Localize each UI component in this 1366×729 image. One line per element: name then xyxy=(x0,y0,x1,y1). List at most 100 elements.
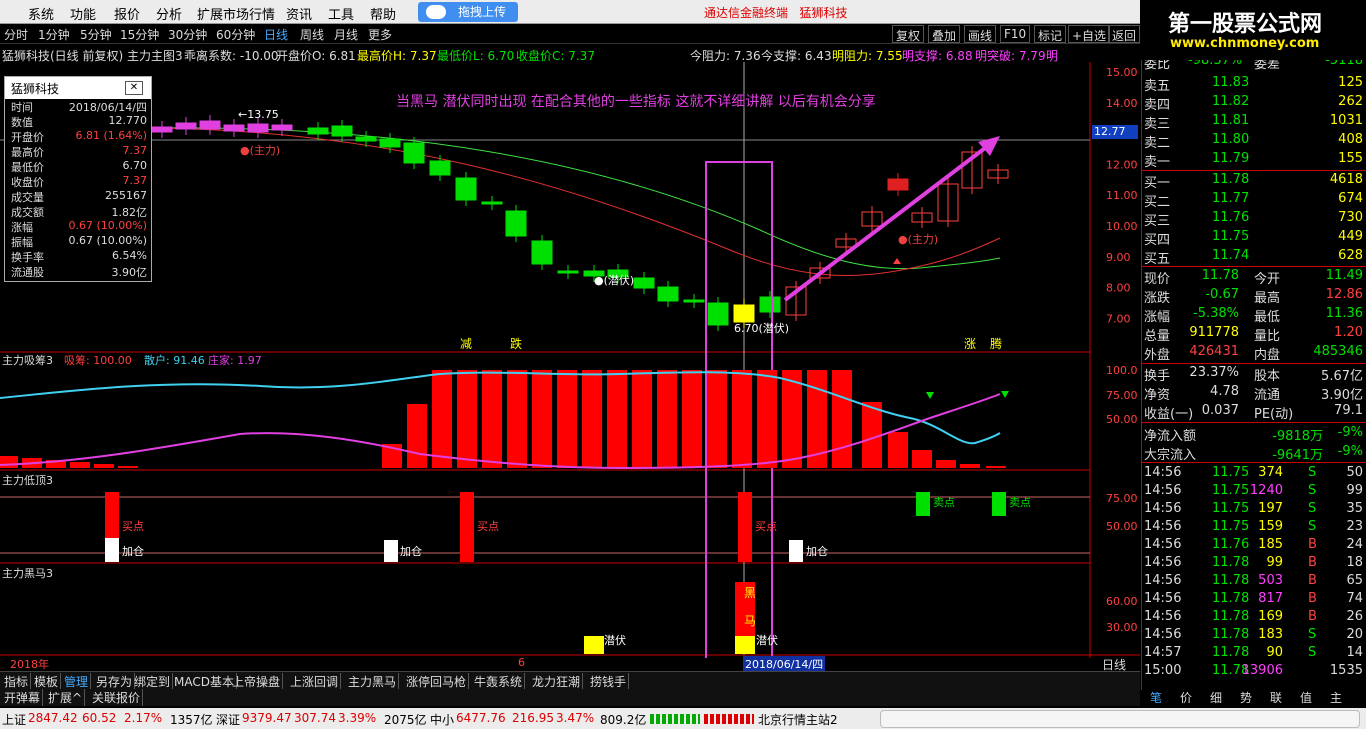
menu-tools[interactable]: 工具 xyxy=(328,4,354,23)
up-arrow-icon xyxy=(893,258,901,264)
fuquan-button[interactable]: 复权 xyxy=(892,25,925,43)
window-title: 通达信金融终端 猛狮科技 xyxy=(704,4,847,21)
quote-row: 卖三 11.81 1031 xyxy=(1142,112,1366,132)
indicator-tab[interactable]: 捞钱手 xyxy=(588,673,630,690)
indicator-tab[interactable]: 绑定到 xyxy=(132,673,174,690)
close-icon[interactable]: ✕ xyxy=(125,81,143,95)
tick-side: B xyxy=(1308,573,1317,588)
stat-label: 现价 xyxy=(1144,272,1171,287)
stat-value: 23.37% xyxy=(1189,365,1239,380)
quote-row: 14:56 11.78 817 B 74 xyxy=(1142,590,1366,609)
ind1-marker-icon xyxy=(1001,391,1009,398)
ind1-name: 主力吸筹3 xyxy=(2,354,53,367)
notification-bar[interactable] xyxy=(880,710,1360,728)
data-window-key: 流通股 xyxy=(11,266,44,279)
mark-button[interactable]: 标记 xyxy=(1034,25,1067,43)
quote-tab[interactable]: 价 xyxy=(1180,689,1192,706)
period-tab[interactable]: 15分钟 xyxy=(120,26,159,43)
menu-info[interactable]: 资讯 xyxy=(286,4,312,23)
ask-price: 11.81 xyxy=(1212,113,1250,128)
period-tab[interactable]: 周线 xyxy=(300,26,324,43)
ind1-bar xyxy=(632,370,652,468)
menu-system[interactable]: 系统 xyxy=(28,4,54,23)
period-tab-active[interactable]: 日线 xyxy=(264,26,288,43)
stat-value: 5.67亿 xyxy=(1321,369,1363,384)
qianfu-ind3: 潜伏 xyxy=(604,634,626,647)
data-window-key: 最高价 xyxy=(11,146,44,159)
ind1-bar xyxy=(482,370,502,468)
period-tab[interactable]: 30分钟 xyxy=(168,26,207,43)
period-tab[interactable]: 60分钟 xyxy=(216,26,255,43)
menu-function[interactable]: 功能 xyxy=(70,4,96,23)
qianfu-text: (潜伏) xyxy=(603,274,635,287)
data-window-row: 最低价 6.70 xyxy=(5,159,151,174)
upload-button[interactable]: 拖拽上传 xyxy=(418,2,518,22)
period-tab[interactable]: 更多 xyxy=(368,26,392,43)
hei-label: 黑 xyxy=(744,586,757,600)
tick-price: 11.78 xyxy=(1212,627,1250,642)
quote-row: 净流入额 -9818万 -9% xyxy=(1142,424,1366,444)
extra-tab[interactable]: 开弹幕 xyxy=(2,689,44,706)
back-button[interactable]: 返回 xyxy=(1108,25,1140,43)
menu-help[interactable]: 帮助 xyxy=(370,4,396,23)
quote-row: 14:56 11.75 374 S 50 xyxy=(1142,464,1366,483)
quote-tab[interactable]: 值 xyxy=(1300,689,1312,706)
indicator-tab[interactable]: 涨停回马枪 xyxy=(404,673,470,690)
ind1-bar xyxy=(432,370,452,468)
stat-value: 11.78 xyxy=(1201,268,1239,283)
date-axis-month: 6 xyxy=(518,656,525,669)
data-window[interactable]: 猛狮科技 ✕ 时间 2018/06/14/四 数值 12.770 开盘价 6.81 (1.… xyxy=(4,76,152,282)
indicator-tab[interactable]: 另存为 xyxy=(94,673,136,690)
period-tab[interactable]: 月线 xyxy=(334,26,358,43)
ind1-a: 吸筹: 100.00 xyxy=(64,354,132,367)
zhang-label: 涨 xyxy=(964,337,977,351)
quote-tab[interactable]: 势 xyxy=(1240,689,1252,706)
period-tab[interactable]: 5分钟 xyxy=(80,26,112,43)
indicator-tab[interactable]: 牛轰系统 xyxy=(472,673,526,690)
tick-side: S xyxy=(1308,519,1317,534)
stat-value: 11.49 xyxy=(1325,268,1363,283)
add-favorite-button[interactable]: +自选 xyxy=(1068,25,1111,43)
extra-tab[interactable]: 关联报价 xyxy=(90,689,144,706)
candle-body xyxy=(759,296,781,313)
indicator-tab[interactable]: 管理 xyxy=(62,673,92,690)
candle-body xyxy=(505,210,527,237)
candle-body xyxy=(223,124,245,132)
tick-time: 14:56 xyxy=(1144,537,1182,552)
tick-side: S xyxy=(1308,645,1317,660)
menu-extended-market[interactable]: 扩展市场行情 xyxy=(197,4,275,23)
menu-analysis[interactable]: 分析 xyxy=(156,4,182,23)
indicator-tab[interactable]: 指标 xyxy=(2,673,32,690)
candlesticks xyxy=(151,115,1009,331)
tick-price: 11.78 xyxy=(1212,555,1250,570)
quote-tab[interactable]: 细 xyxy=(1210,689,1222,706)
quote-tab[interactable]: 联 xyxy=(1270,689,1282,706)
ind1-bar xyxy=(757,370,777,468)
tick-time: 14:56 xyxy=(1144,591,1182,606)
quote-tab[interactable]: 笔 xyxy=(1150,689,1162,706)
annotation-text: 当黑马 潜伏同时出现 在配合其他的一些指标 这就不详细讲解 以后有机会分享 xyxy=(396,94,876,110)
indicator-tab[interactable]: MACD基本 xyxy=(172,673,237,690)
extra-tab[interactable]: 扩展^ xyxy=(46,689,86,706)
indicator-tab[interactable]: 上涨回调 xyxy=(288,673,342,690)
indicator-tab[interactable]: 主力黑马 xyxy=(346,673,400,690)
f10-button[interactable]: F10 xyxy=(1000,25,1031,43)
indicator-tab[interactable]: 模板 xyxy=(32,673,62,690)
overlay-button[interactable]: 叠加 xyxy=(928,25,961,43)
tick-side: S xyxy=(1308,627,1317,642)
period-tab[interactable]: 分时 xyxy=(4,26,28,43)
period-tab[interactable]: 1分钟 xyxy=(38,26,70,43)
price-axis-tick: 11.00 xyxy=(1106,189,1138,202)
indicator-tab[interactable]: 上帝操盘 xyxy=(230,673,284,690)
price-axis-tick: 9.00 xyxy=(1106,251,1131,264)
market-breadth-icon xyxy=(704,714,754,724)
draw-button[interactable]: 画线 xyxy=(964,25,997,43)
ind1-bar xyxy=(582,370,602,468)
sz-label: 深证 xyxy=(216,713,241,727)
tick-price: 11.75 xyxy=(1212,501,1250,516)
menu-quote[interactable]: 报价 xyxy=(114,4,140,23)
stat-label: 最高 xyxy=(1254,291,1281,306)
indicator-tab[interactable]: 龙力狂潮 xyxy=(530,673,584,690)
stat-value: 3.90亿 xyxy=(1321,388,1363,403)
quote-tab[interactable]: 主 xyxy=(1330,689,1342,706)
